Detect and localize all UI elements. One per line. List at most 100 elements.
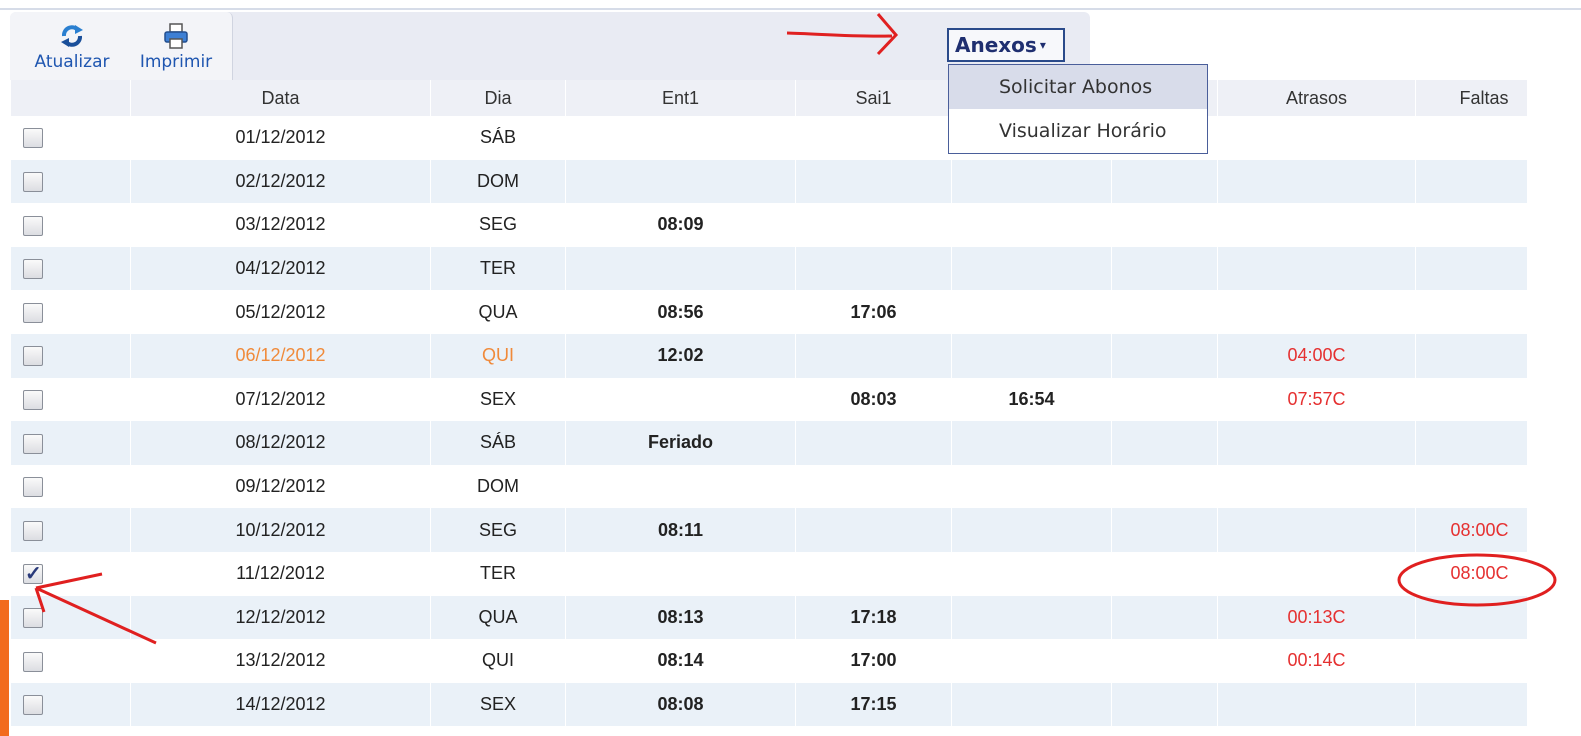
cell-c5 [951, 551, 1112, 596]
cell-c5 [951, 421, 1112, 465]
row-checkbox-cell [10, 377, 131, 422]
table-row: 07/12/2012 SEX 08:03 16:54 07:57C [10, 377, 1527, 422]
row-checkbox[interactable] [23, 128, 43, 149]
row-checkbox[interactable] [23, 215, 43, 236]
cell-c6 [1111, 682, 1218, 727]
cell-atrasos: 07:57C [1217, 377, 1416, 422]
row-checkbox-cell [10, 639, 131, 683]
row-checkbox[interactable] [23, 695, 43, 716]
table-row: 04/12/2012 TER [10, 246, 1527, 291]
cell-c5 [951, 508, 1112, 552]
table-row: 13/12/2012 QUI 08:14 17:00 00:14C [10, 639, 1527, 683]
row-checkbox[interactable] [23, 433, 43, 454]
cell-dia: SÁB [430, 116, 566, 160]
top-border [0, 8, 1581, 10]
cell-c6 [1111, 159, 1218, 204]
row-checkbox-cell [10, 116, 131, 160]
cell-faltas [1415, 377, 1527, 422]
cell-data: 08/12/2012 [130, 421, 431, 465]
row-checkbox[interactable] [23, 302, 43, 323]
row-checkbox-cell [10, 682, 131, 727]
menu-item-solicitar-abonos[interactable]: Solicitar Abonos [949, 65, 1207, 109]
cell-c6 [1111, 203, 1218, 247]
cell-dia: TER [430, 551, 566, 596]
cell-ent1 [565, 551, 796, 596]
cell-dia: SÁB [430, 421, 566, 465]
refresh-label: Atualizar [34, 52, 110, 72]
row-checkbox[interactable] [23, 346, 43, 367]
cell-c6 [1111, 464, 1218, 509]
cell-c6 [1111, 639, 1218, 683]
cell-dia: QUI [430, 333, 566, 378]
table-row: 02/12/2012 DOM [10, 159, 1527, 204]
cell-sai1 [795, 333, 952, 378]
row-checkbox[interactable] [23, 651, 43, 672]
table-row: 03/12/2012 SEG 08:09 [10, 203, 1527, 247]
printer-icon [164, 23, 188, 49]
table-row: 14/12/2012 SEX 08:08 17:15 [10, 682, 1527, 727]
print-button[interactable]: Imprimir [126, 16, 226, 76]
cell-data: 14/12/2012 [130, 682, 431, 727]
row-checkbox[interactable] [23, 520, 43, 541]
row-checkbox-cell [10, 203, 131, 247]
row-checkbox[interactable] [23, 477, 43, 498]
table-row: 10/12/2012 SEG 08:11 08:00C [10, 508, 1527, 552]
cell-sai1: 17:18 [795, 595, 952, 640]
cell-sai1: 17:06 [795, 290, 952, 334]
header-dia[interactable]: Dia [430, 80, 566, 116]
anexos-dropdown-button[interactable]: Anexos ▾ [947, 28, 1065, 62]
table-row: 06/12/2012 QUI 12:02 04:00C [10, 333, 1527, 378]
cell-atrasos [1217, 464, 1416, 509]
cell-dia: QUI [430, 639, 566, 683]
cell-c6 [1111, 333, 1218, 378]
anexos-label: Anexos [955, 33, 1037, 57]
row-checkbox[interactable] [23, 561, 43, 586]
cell-c6 [1111, 551, 1218, 596]
row-checkbox[interactable] [23, 607, 43, 628]
cell-ent1 [565, 159, 796, 204]
cell-faltas [1415, 421, 1527, 465]
cell-c5 [951, 246, 1112, 291]
cell-atrasos [1217, 290, 1416, 334]
header-sai1[interactable]: Sai1 [795, 80, 952, 116]
print-label: Imprimir [139, 52, 213, 72]
cell-dia: SEX [430, 377, 566, 422]
table-row: 01/12/2012 SÁB [10, 116, 1527, 160]
cell-dia: DOM [430, 464, 566, 509]
cell-c6 [1111, 595, 1218, 640]
row-checkbox[interactable] [23, 172, 43, 193]
cell-data: 10/12/2012 [130, 508, 431, 552]
refresh-icon [61, 25, 83, 47]
cell-c5 [951, 203, 1112, 247]
cell-c6 [1111, 290, 1218, 334]
cell-faltas [1415, 595, 1527, 640]
cell-c5 [951, 333, 1112, 378]
cell-faltas [1415, 464, 1527, 509]
row-checkbox-cell [10, 464, 131, 509]
header-atrasos[interactable]: Atrasos [1217, 80, 1416, 116]
cell-faltas [1415, 116, 1527, 160]
header-select [10, 80, 131, 116]
row-checkbox-cell [10, 290, 131, 334]
cell-c6 [1111, 377, 1218, 422]
refresh-button[interactable]: Atualizar [18, 16, 126, 76]
header-faltas[interactable]: Faltas [1415, 80, 1527, 116]
row-checkbox[interactable] [23, 389, 43, 410]
row-checkbox[interactable] [23, 259, 43, 280]
cell-atrasos [1217, 682, 1416, 727]
cell-c5 [951, 290, 1112, 334]
table-row: 12/12/2012 QUA 08:13 17:18 00:13C [10, 595, 1527, 640]
cell-ent1 [565, 246, 796, 291]
anexos-menu: Solicitar Abonos Visualizar Horário [948, 64, 1208, 154]
cell-dia: QUA [430, 290, 566, 334]
menu-item-visualizar-horario[interactable]: Visualizar Horário [949, 109, 1207, 153]
header-data[interactable]: Data [130, 80, 431, 116]
cell-c5 [951, 639, 1112, 683]
cell-c6 [1111, 508, 1218, 552]
cell-faltas: 08:00C [1415, 551, 1527, 596]
cell-dia: QUA [430, 595, 566, 640]
cell-sai1 [795, 159, 952, 204]
cell-dia: DOM [430, 159, 566, 204]
header-ent1[interactable]: Ent1 [565, 80, 796, 116]
cell-data: 07/12/2012 [130, 377, 431, 422]
